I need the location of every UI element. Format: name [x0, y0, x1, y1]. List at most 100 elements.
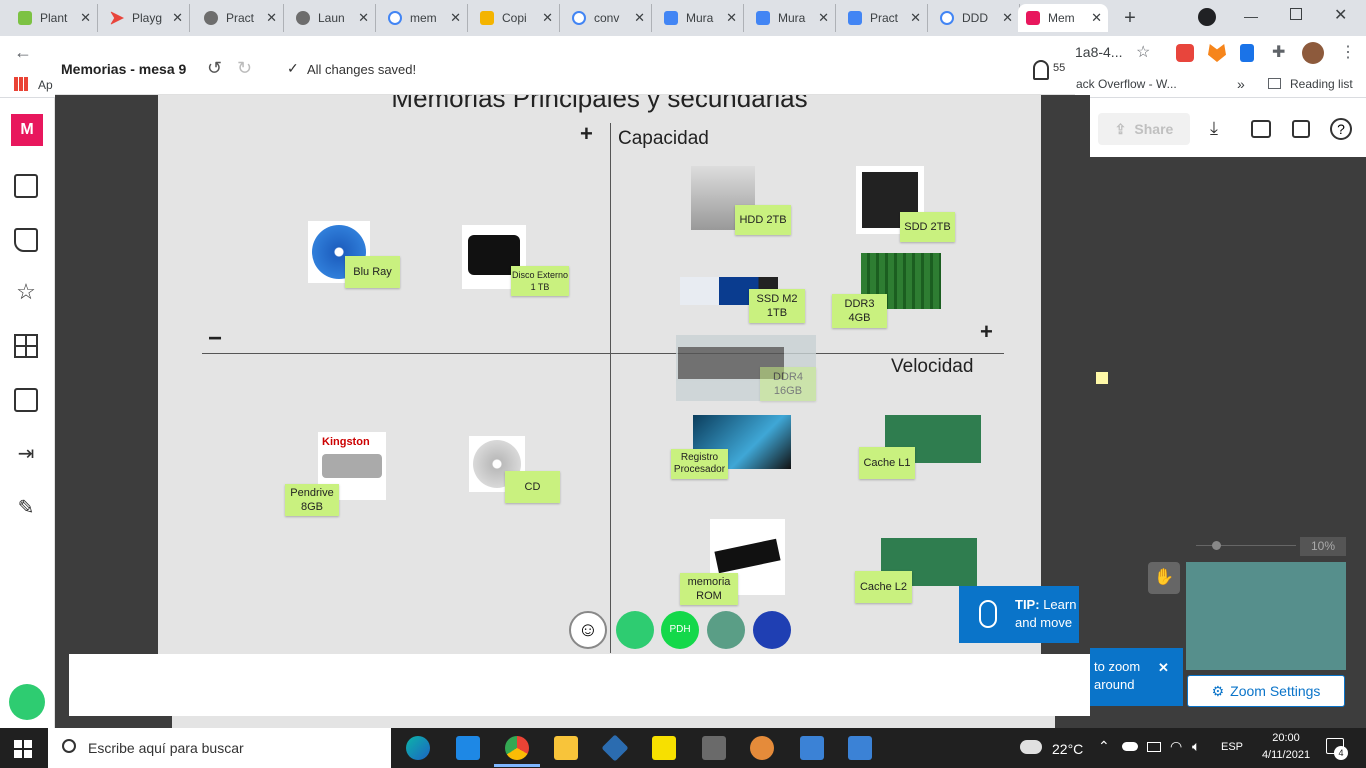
taskbar-search[interactable]: Escribe aquí para buscar: [48, 728, 391, 768]
mural-board[interactable]: Memorias Principales y secundarias + Cap…: [158, 83, 1041, 657]
sticky-ddr3[interactable]: DDR3 4GB: [832, 294, 887, 328]
weather-icon[interactable]: [1020, 740, 1042, 754]
sticky-disco-externo[interactable]: Disco Externo 1 TB: [511, 266, 569, 296]
avatar[interactable]: [616, 611, 654, 649]
browser-tab[interactable]: Plant ✕: [10, 4, 98, 32]
wifi-icon[interactable]: ◠: [1170, 738, 1182, 755]
download-icon[interactable]: ⤓: [1210, 118, 1218, 139]
sticky-ssd-m2[interactable]: SSD M2 1TB: [749, 289, 805, 323]
close-icon[interactable]: ✕: [542, 10, 553, 26]
calculator-icon[interactable]: [702, 736, 726, 760]
hand-icon[interactable]: ✋: [1148, 562, 1180, 594]
close-icon[interactable]: ✕: [910, 10, 921, 26]
weather-temp[interactable]: 22°C: [1052, 741, 1083, 757]
battery-icon[interactable]: [1147, 742, 1161, 752]
axis-x-label[interactable]: Velocidad: [891, 356, 973, 378]
extension-icon[interactable]: [1176, 44, 1194, 62]
axis-y-label[interactable]: Capacidad: [618, 128, 709, 150]
reaction-emoji-icon[interactable]: ☺: [569, 611, 607, 649]
axis-plus-y[interactable]: +: [580, 121, 593, 147]
axis-minus-x[interactable]: −: [208, 325, 222, 353]
chevron-up-icon[interactable]: ⌃: [1098, 738, 1110, 755]
mural-title[interactable]: Memorias - mesa 9: [61, 61, 186, 77]
comment-icon[interactable]: [1251, 120, 1271, 138]
back-arrow-icon[interactable]: ←: [14, 42, 32, 63]
reading-list[interactable]: Reading list: [1290, 77, 1353, 91]
close-icon[interactable]: ✕: [1158, 660, 1169, 676]
metamask-icon[interactable]: [1208, 44, 1226, 62]
sticky-hdd[interactable]: HDD 2TB: [735, 205, 791, 235]
paint-icon[interactable]: [750, 736, 774, 760]
edge-icon[interactable]: [406, 736, 430, 760]
minimize-button[interactable]: —: [1244, 8, 1258, 24]
new-tab-button[interactable]: +: [1118, 6, 1142, 30]
sticky-cache-l2[interactable]: Cache L2: [855, 571, 912, 603]
windows-start-icon[interactable]: [14, 740, 32, 758]
avatar[interactable]: [707, 611, 745, 649]
sticky-registro[interactable]: Registro Procesador: [671, 449, 728, 479]
undo-icon[interactable]: ↺: [207, 58, 222, 79]
extension-icon[interactable]: [1240, 44, 1254, 62]
close-icon[interactable]: ✕: [450, 10, 461, 26]
volume-icon[interactable]: 🔈︎: [1192, 738, 1200, 755]
menu-kebab-icon[interactable]: ⋮: [1340, 42, 1356, 62]
close-icon[interactable]: ✕: [726, 10, 737, 26]
browser-tab[interactable]: mem ✕: [380, 4, 468, 32]
window-app-icon[interactable]: [848, 736, 872, 760]
pen-icon[interactable]: ✎: [14, 496, 38, 520]
help-icon[interactable]: ?: [1330, 118, 1352, 140]
sticky-pendrive[interactable]: Pendrive 8GB: [285, 484, 339, 516]
sticky-notes-icon[interactable]: [652, 736, 676, 760]
bookmark-apps[interactable]: Ap: [38, 78, 53, 92]
close-window-button[interactable]: ✕: [1334, 5, 1347, 25]
browser-tab[interactable]: Pract ✕: [196, 4, 284, 32]
browser-tab[interactable]: Copi ✕: [472, 4, 560, 32]
import-icon[interactable]: ⇥: [14, 442, 38, 466]
shapes-icon[interactable]: [14, 228, 38, 252]
close-icon[interactable]: ✕: [80, 10, 91, 26]
avatar-pdh[interactable]: PDH: [661, 611, 699, 649]
zoom-slider[interactable]: [1196, 540, 1296, 552]
close-icon[interactable]: ✕: [1091, 10, 1102, 26]
sticky-cd[interactable]: CD: [505, 471, 560, 503]
close-icon[interactable]: ✕: [634, 10, 645, 26]
close-icon[interactable]: ✕: [266, 10, 277, 26]
zoom-level[interactable]: 10%: [1300, 537, 1346, 556]
sticky-rom[interactable]: memoria ROM: [680, 573, 738, 605]
profile-avatar[interactable]: [1302, 42, 1324, 64]
close-icon[interactable]: ✕: [818, 10, 829, 26]
close-icon[interactable]: ✕: [172, 10, 183, 26]
bookmark-star-icon[interactable]: ☆: [1136, 42, 1150, 62]
minimap[interactable]: [1186, 562, 1346, 670]
browser-tab-active[interactable]: Mem ✕: [1018, 4, 1108, 32]
chrome-icon[interactable]: [505, 736, 529, 760]
redo-icon[interactable]: ↻: [237, 58, 252, 79]
avatar[interactable]: [9, 684, 45, 720]
mural-logo-icon[interactable]: M: [11, 114, 43, 146]
sticky-ddr4[interactable]: DDR4 16GB: [760, 367, 816, 401]
image-icon[interactable]: [14, 388, 38, 412]
mail-icon[interactable]: [456, 736, 480, 760]
sticky-sdd[interactable]: SDD 2TB: [900, 212, 955, 242]
window-app-icon[interactable]: [800, 736, 824, 760]
search-icon[interactable]: [1292, 120, 1310, 138]
zoom-settings-button[interactable]: ⚙ Zoom Settings: [1187, 675, 1345, 707]
app-icon[interactable]: [601, 734, 629, 762]
browser-tab[interactable]: DDD ✕: [932, 4, 1020, 32]
url-fragment[interactable]: 1a8-4...: [1075, 44, 1122, 60]
browser-tab[interactable]: conv ✕: [564, 4, 652, 32]
star-icon[interactable]: ☆: [14, 280, 38, 304]
zoom-slider-handle[interactable]: [1212, 541, 1221, 550]
browser-tab[interactable]: Mura ✕: [748, 4, 836, 32]
bookmarks-more[interactable]: »: [1237, 76, 1245, 92]
sticky-cache-l1[interactable]: Cache L1: [859, 447, 915, 479]
browser-tab[interactable]: Pract ✕: [840, 4, 928, 32]
onedrive-icon[interactable]: [1122, 742, 1138, 751]
frameworks-icon[interactable]: [14, 334, 38, 358]
browser-tab[interactable]: Mura ✕: [656, 4, 744, 32]
sticky-bluray[interactable]: Blu Ray: [345, 256, 400, 288]
maximize-button[interactable]: [1290, 8, 1302, 20]
browser-tab[interactable]: Laun ✕: [288, 4, 376, 32]
close-icon[interactable]: ✕: [1002, 10, 1013, 26]
clock-time[interactable]: 20:00: [1254, 732, 1318, 744]
